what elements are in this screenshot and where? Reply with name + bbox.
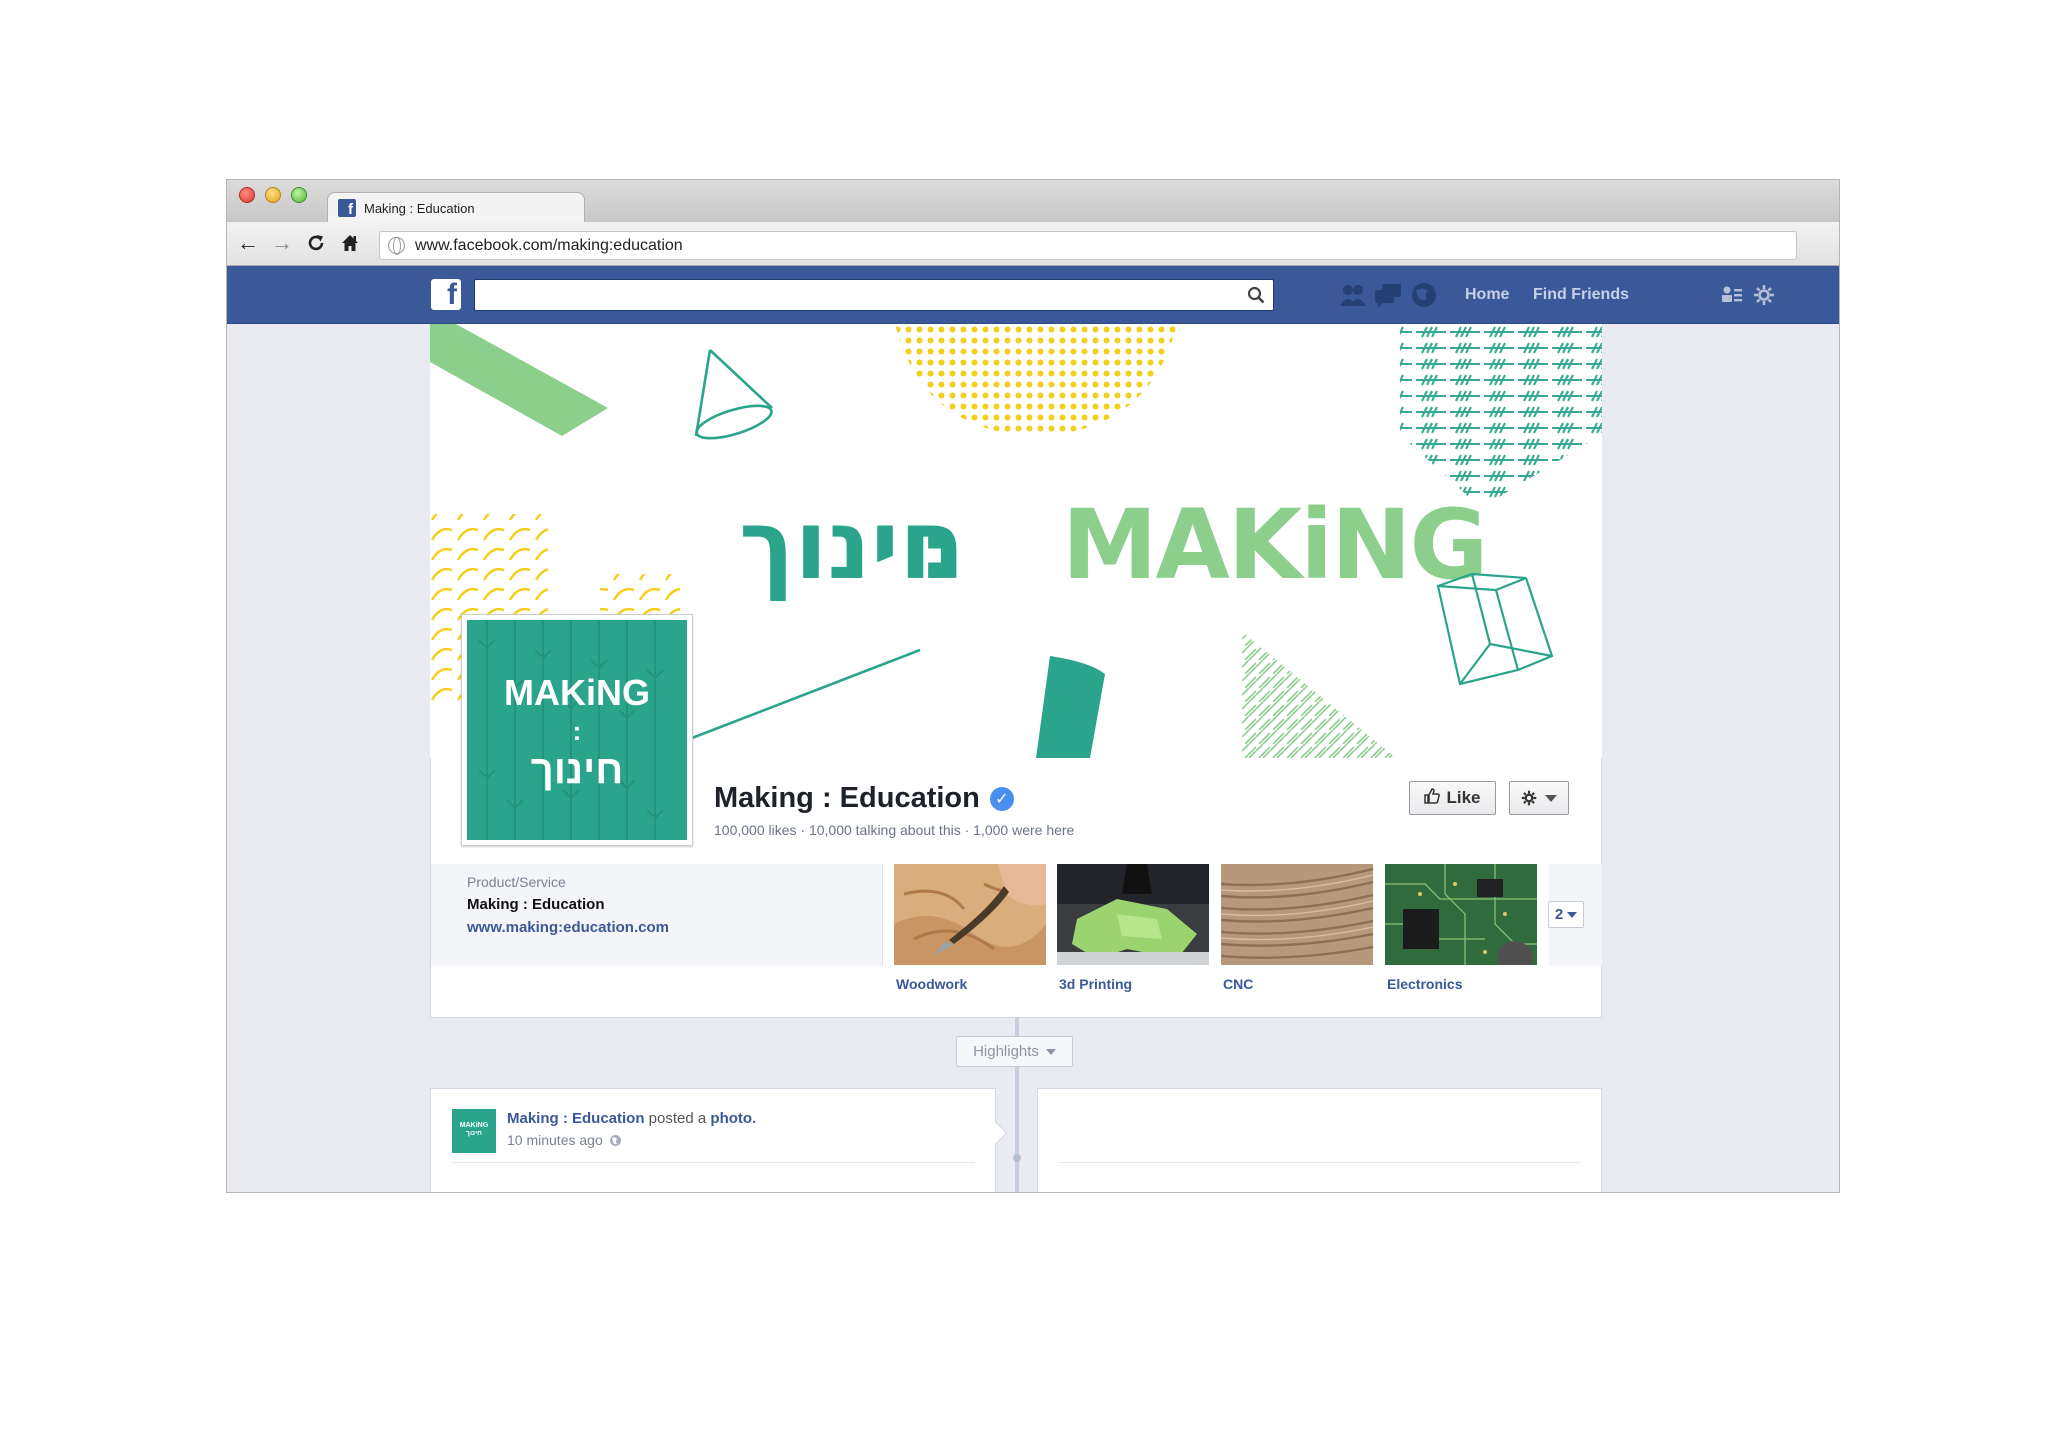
post-meta: 10 minutes ago: [507, 1132, 622, 1148]
highlights-dropdown[interactable]: Highlights: [956, 1036, 1073, 1067]
profile-picture-art: MAKiNG : חינוך: [467, 620, 687, 840]
post-headline: Making : Education posted a photo.: [507, 1110, 756, 1127]
settings-gear-icon[interactable]: [1753, 284, 1775, 306]
cover-title: MAKiNG : חינוך: [739, 489, 1488, 601]
app-electronics[interactable]: Electronics: [1385, 864, 1537, 992]
chevron-down-icon: [1567, 911, 1578, 918]
woodwork-thumbnail: [894, 864, 1046, 965]
teal-diagonal-line: [691, 648, 921, 740]
post-timestamp[interactable]: 10 minutes ago: [507, 1132, 603, 1148]
avatar-hebrew: חינוך: [465, 1130, 483, 1138]
forward-arrow-icon[interactable]: →: [269, 230, 295, 256]
page-options-button[interactable]: [1509, 781, 1569, 815]
friend-requests-icon[interactable]: [1339, 282, 1367, 308]
gear-icon: [1521, 790, 1537, 806]
highlights-label: Highlights: [973, 1043, 1039, 1060]
website-link[interactable]: www.making:education.com: [467, 919, 882, 936]
app-label: 3d Printing: [1059, 976, 1133, 992]
messages-icon[interactable]: [1374, 282, 1402, 308]
close-window-button[interactable]: [239, 187, 255, 203]
about-page-name: Making : Education: [467, 896, 605, 913]
like-button[interactable]: Like: [1409, 781, 1496, 815]
app-label: Electronics: [1387, 976, 1463, 992]
post-avatar[interactable]: MAKiNG חינוך: [452, 1109, 496, 1153]
tab-title: Making : Education: [364, 200, 475, 216]
tab-strip: f Making : Education: [227, 180, 1839, 223]
green-bar-shape: [430, 324, 608, 436]
post-object-link[interactable]: photo.: [710, 1110, 756, 1127]
post-divider: [1058, 1162, 1581, 1163]
timeline-post: MAKiNG חינוך Making : Education posted a…: [430, 1088, 1008, 1192]
app-cnc[interactable]: CNC: [1221, 864, 1373, 992]
page-category: Product/Service: [467, 874, 566, 890]
chevron-down-icon: [1045, 1048, 1056, 1055]
profile-picture-hebrew: חינוך: [530, 748, 624, 792]
cover-title-latin: MAKiNG: [1062, 489, 1486, 601]
avatar-latin: MAKiNG: [459, 1122, 489, 1129]
page-name-text: Making : Education: [714, 782, 980, 814]
verified-check-icon: ✓: [989, 786, 1014, 811]
about-apps-row: Product/Service Making : Education www.m…: [430, 864, 1602, 1018]
browser-tab[interactable]: f Making : Education: [327, 192, 585, 223]
privacy-shortcuts-icon[interactable]: [1721, 284, 1743, 306]
zoom-window-button[interactable]: [291, 187, 307, 203]
teal-parallelogram-shape: [1036, 656, 1105, 758]
facebook-header: f Home Find Friends: [227, 266, 1839, 324]
yellow-arcs-mid: [600, 574, 680, 614]
like-label: Like: [1446, 788, 1481, 807]
green-maze-triangle: [1242, 632, 1396, 758]
public-globe-icon[interactable]: [609, 1134, 622, 1147]
more-apps-count: 2: [1554, 906, 1564, 923]
nav-home-link[interactable]: Home: [1465, 286, 1509, 304]
post-divider: [451, 1162, 975, 1163]
page-stats: 100,000 likes · 10,000 talking about thi…: [714, 822, 1075, 838]
3d-printing-thumbnail: [1057, 864, 1209, 965]
minimize-window-button[interactable]: [265, 187, 281, 203]
app-woodwork[interactable]: Woodwork: [894, 864, 1046, 992]
about-box: Product/Service Making : Education www.m…: [431, 864, 883, 966]
search-icon[interactable]: [1247, 286, 1265, 304]
thumbs-up-icon: [1424, 787, 1441, 809]
teal-hatch-cluster: [1365, 324, 1602, 508]
more-apps-button[interactable]: 2: [1548, 901, 1584, 928]
address-bar[interactable]: www.facebook.com/making:education: [379, 231, 1797, 260]
facebook-logo[interactable]: f: [431, 279, 461, 310]
cover-title-hebrew: חינוך: [739, 489, 965, 601]
reload-icon[interactable]: [303, 230, 329, 256]
home-icon[interactable]: [337, 230, 363, 256]
notifications-icon[interactable]: [1410, 282, 1438, 308]
browser-toolbar: ← → www.facebook.com/making:education: [227, 222, 1839, 266]
nav-find-friends-link[interactable]: Find Friends: [1533, 286, 1629, 304]
globe-icon: [388, 237, 405, 255]
cnc-thumbnail: [1221, 864, 1373, 965]
chevron-down-icon: [1545, 794, 1557, 802]
timeline-post-empty: [1037, 1088, 1602, 1192]
profile-picture-latin: MAKiNG: [504, 672, 650, 713]
yellow-dot-semicircle: [895, 324, 1177, 436]
profile-picture-separator: :: [572, 716, 582, 746]
app-label: CNC: [1223, 976, 1254, 992]
app-label: Woodwork: [896, 976, 968, 992]
app-3d-printing[interactable]: 3d Printing: [1057, 864, 1209, 992]
page-title[interactable]: Making : Education ✓: [714, 782, 1014, 815]
electronics-thumbnail: [1385, 864, 1537, 965]
browser-window: f Making : Education ← → www.facebook.co…: [226, 179, 1840, 1193]
back-arrow-icon[interactable]: ←: [235, 230, 261, 256]
timeline-pointer: [984, 1121, 1008, 1145]
post-author-link[interactable]: Making : Education: [507, 1110, 645, 1127]
facebook-favicon-icon: f: [338, 199, 356, 217]
facebook-search-box[interactable]: [474, 279, 1274, 311]
profile-picture[interactable]: MAKiNG : חינוך: [461, 614, 693, 846]
search-input[interactable]: [475, 280, 1273, 310]
cone-shape: [694, 349, 773, 440]
timeline-dot: [1013, 1154, 1021, 1162]
url-text: www.facebook.com/making:education: [415, 236, 683, 254]
post-action-text: posted a: [644, 1110, 711, 1127]
